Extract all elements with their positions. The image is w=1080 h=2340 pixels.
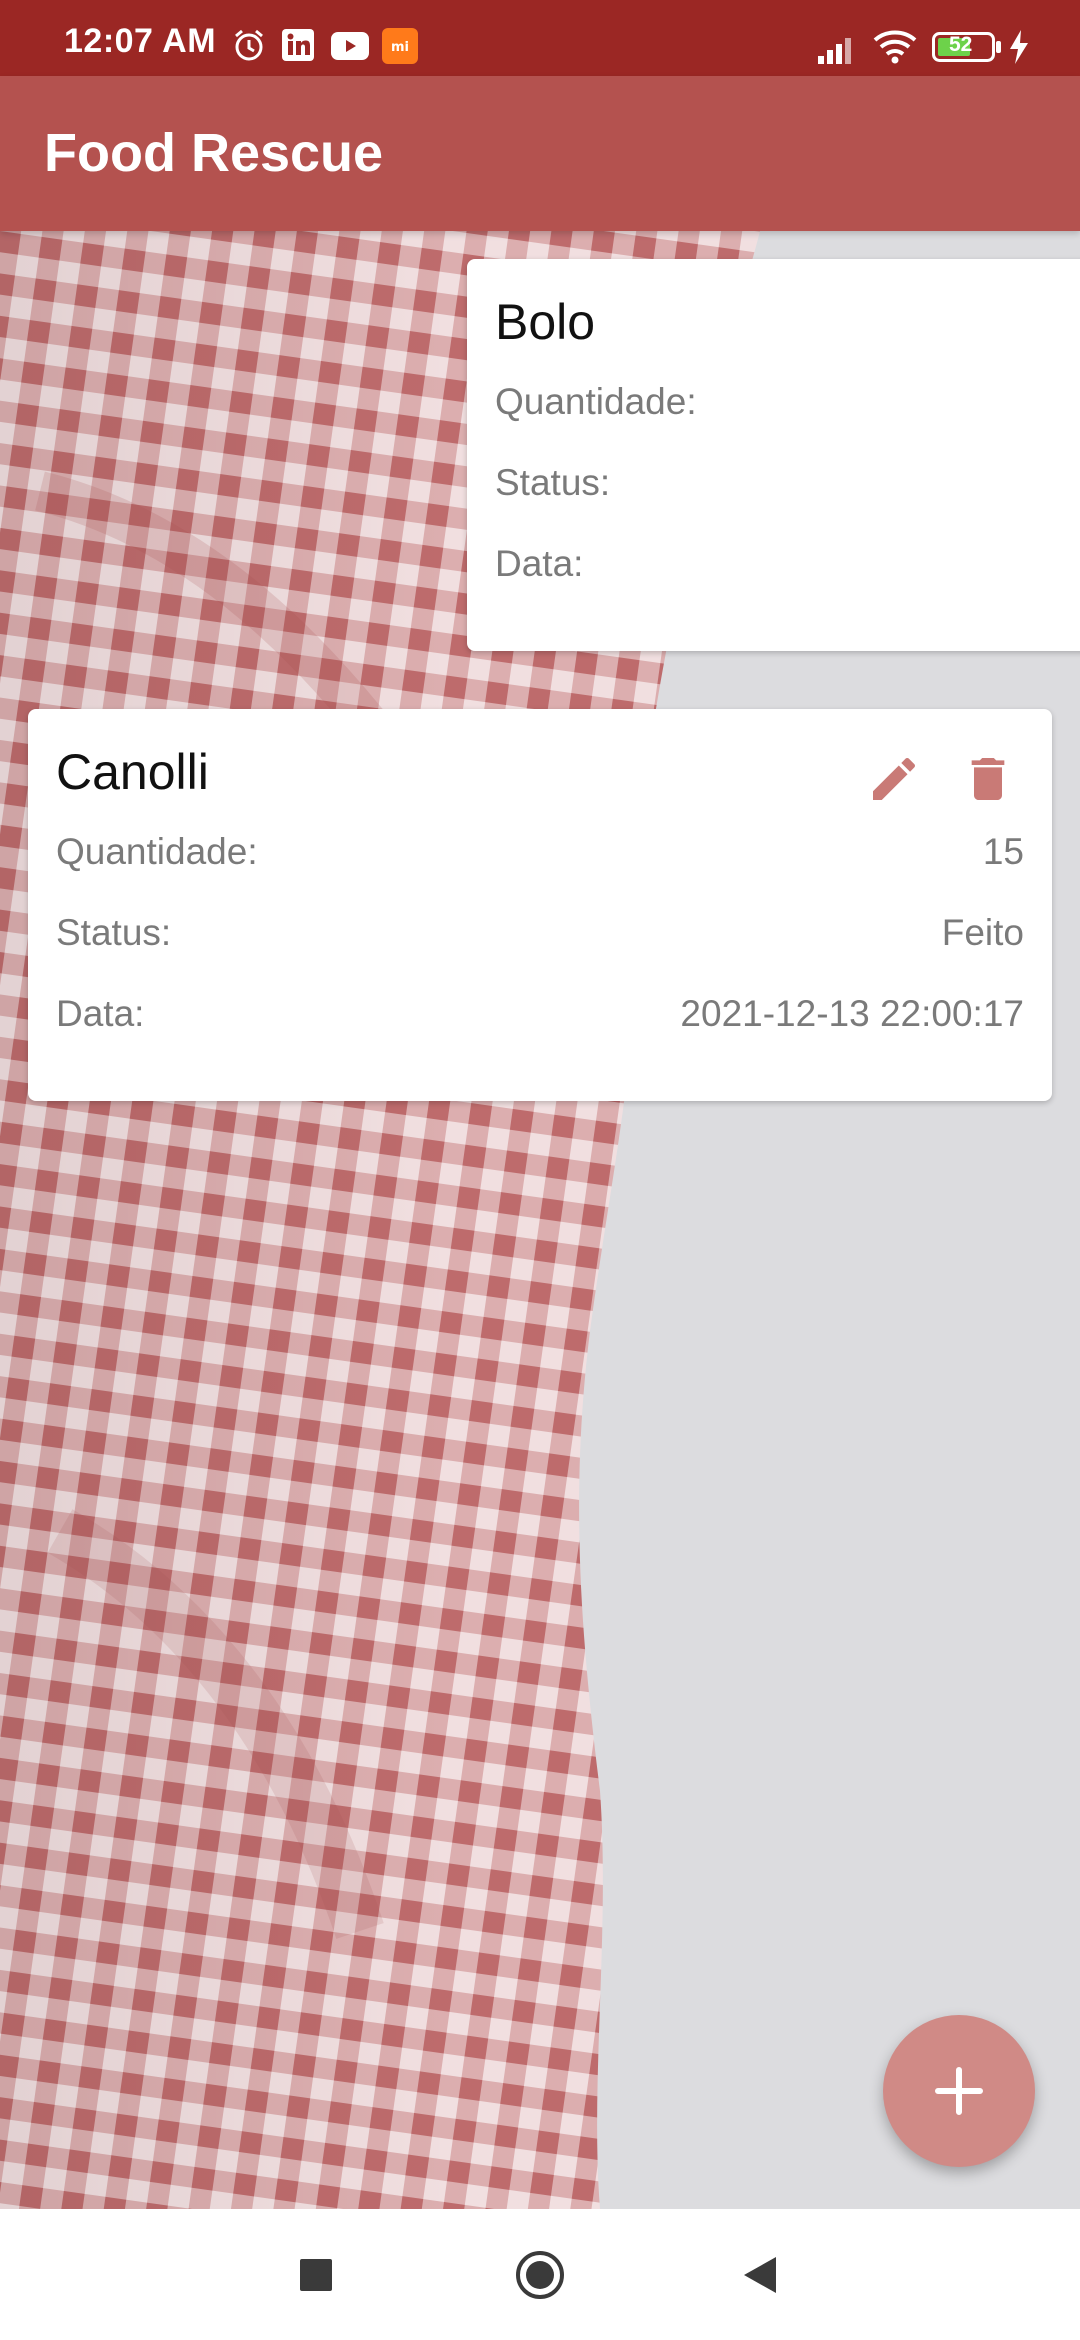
- add-food-button[interactable]: [883, 2015, 1035, 2167]
- delete-icon[interactable]: [960, 751, 1016, 807]
- status-label: Status:: [495, 462, 611, 503]
- status-time: 12:07 AM: [64, 22, 217, 60]
- linkedin-icon: [282, 29, 314, 66]
- status-value: Feito: [941, 912, 1024, 953]
- date-row: Data:: [495, 543, 1079, 593]
- youtube-icon: [331, 32, 369, 65]
- content-area: Bolo Quantidade: Status: Data: Canolli Q…: [0, 231, 1080, 2209]
- charging-icon: [1008, 30, 1030, 69]
- food-name: Bolo: [495, 294, 596, 350]
- mi-icon: mi: [382, 28, 418, 69]
- signal-icon: [818, 32, 858, 69]
- food-card[interactable]: Canolli Quantidade: 15 Status: Feito Dat…: [28, 709, 1052, 1101]
- quantity-row: Quantidade:: [495, 381, 1079, 431]
- plus-icon: [935, 2067, 983, 2115]
- quantity-label: Quantidade:: [56, 831, 258, 872]
- back-triangle-icon[interactable]: [742, 2255, 778, 2300]
- app-title: Food Rescue: [44, 123, 384, 183]
- home-circle-icon[interactable]: [514, 2249, 566, 2306]
- status-row: Status: Feito: [56, 912, 1024, 962]
- alarm-icon: [232, 28, 266, 67]
- system-nav-bar: [0, 2209, 1080, 2340]
- status-bar: 12:07 AM mi 52: [0, 0, 1080, 76]
- svg-text:mi: mi: [391, 40, 409, 55]
- food-card[interactable]: Bolo Quantidade: Status: Data:: [467, 259, 1080, 651]
- date-label: Data:: [495, 543, 584, 584]
- date-row: Data: 2021-12-13 22:00:17: [56, 993, 1024, 1043]
- quantity-row: Quantidade: 15: [56, 831, 1024, 881]
- status-label: Status:: [56, 912, 172, 953]
- date-label: Data:: [56, 993, 145, 1034]
- food-name: Canolli: [56, 744, 209, 800]
- battery-level: 52: [949, 33, 973, 56]
- status-row: Status:: [495, 462, 1079, 512]
- quantity-label: Quantidade:: [495, 381, 697, 422]
- edit-icon[interactable]: [866, 751, 922, 807]
- date-value: 2021-12-13 22:00:17: [680, 993, 1024, 1034]
- wifi-icon: [873, 28, 917, 69]
- app-bar: Food Rescue: [0, 76, 1080, 231]
- recents-square-icon[interactable]: [300, 2259, 332, 2296]
- quantity-value: 15: [982, 831, 1024, 872]
